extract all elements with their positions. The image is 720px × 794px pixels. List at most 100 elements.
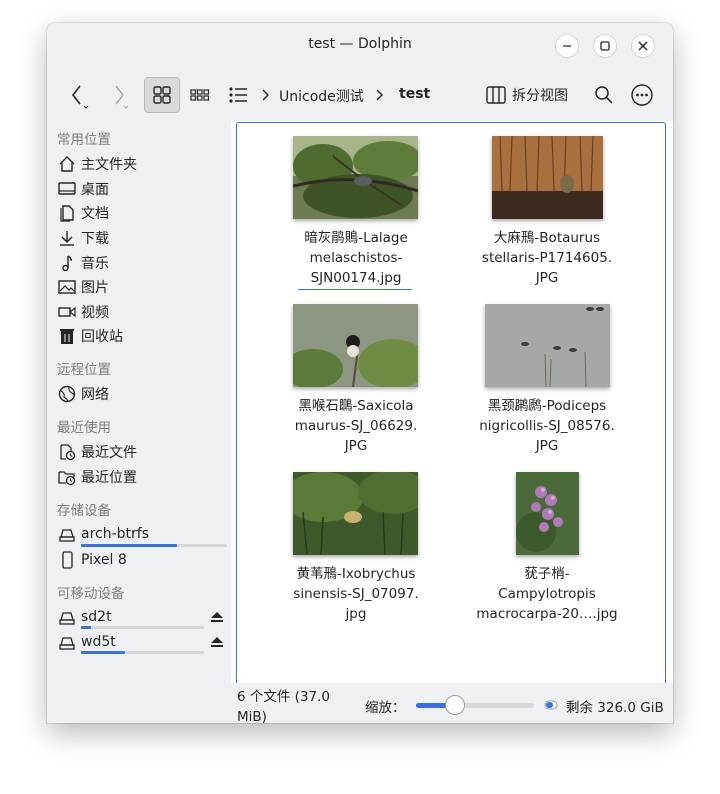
sidebar-item-pictures[interactable]: 图片 bbox=[57, 276, 109, 298]
search-button[interactable] bbox=[589, 77, 619, 113]
sidebar-item-label: 最近位置 bbox=[81, 470, 137, 486]
sidebar-item-label: Pixel 8 bbox=[81, 552, 127, 568]
file-name[interactable]: 莸子梢- Campylotropis macrocarpa-20….jpg bbox=[462, 564, 632, 624]
sidebar-item-recent-locations[interactable]: 最近位置 bbox=[57, 466, 137, 488]
photo-thumbnail-grebes-water bbox=[485, 304, 610, 387]
compact-view-button[interactable] bbox=[184, 77, 216, 113]
chevron-left-icon bbox=[71, 85, 89, 109]
file-thumbnail[interactable] bbox=[293, 472, 418, 555]
capacity-bar bbox=[81, 651, 204, 654]
split-view-button[interactable]: 拆分视图 bbox=[485, 77, 581, 113]
photo-thumbnail-purple-flowers bbox=[516, 472, 579, 555]
photo-thumbnail-bittern bbox=[293, 472, 418, 555]
file-thumbnail[interactable] bbox=[492, 136, 603, 219]
sidebar-item-downloads[interactable]: 下载 bbox=[57, 227, 109, 249]
sidebar-item-home[interactable]: 主文件夹 bbox=[57, 153, 137, 175]
sidebar-item-label: 图片 bbox=[81, 280, 109, 296]
dolphin-window: test — Dolphin Unicode测试 test 拆分视图 常用位置 … bbox=[47, 23, 673, 723]
capacity-fill bbox=[81, 651, 126, 654]
sidebar-item-trash[interactable]: 回收站 bbox=[57, 325, 123, 347]
window-title: test — Dolphin bbox=[308, 36, 412, 52]
free-space-label: 剩余 326.0 GiB bbox=[566, 700, 664, 716]
places-sidebar: 常用位置 主文件夹 桌面 文档 下载 音乐 图片 视频 回收站 远程位置 网络 … bbox=[47, 121, 231, 683]
music-icon bbox=[57, 253, 77, 273]
grid-small-icon bbox=[190, 89, 210, 101]
breadcrumb-current[interactable]: test bbox=[399, 86, 430, 102]
close-icon bbox=[638, 41, 648, 51]
breadcrumb-separator-icon bbox=[376, 89, 383, 101]
minimize-button[interactable] bbox=[555, 34, 579, 58]
sidebar-item-network[interactable]: 网络 bbox=[57, 383, 109, 405]
sidebar-item-documents[interactable]: 文档 bbox=[57, 202, 109, 224]
section-header-places: 常用位置 bbox=[57, 132, 111, 148]
eject-icon[interactable] bbox=[211, 612, 223, 622]
menu-button[interactable] bbox=[627, 77, 657, 113]
file-name[interactable]: 黑颈䴙䴘-Podiceps nigricollis-SJ_08576. JPG bbox=[462, 396, 632, 456]
grid-large-icon bbox=[153, 86, 171, 104]
home-icon bbox=[57, 154, 77, 174]
capacity-fill bbox=[81, 626, 91, 629]
status-bar: 6 个文件 (37.0 MiB) 缩放： 剩余 326.0 GiB bbox=[47, 683, 673, 723]
sidebar-item-label: sd2t bbox=[81, 609, 112, 625]
file-thumbnail[interactable] bbox=[485, 304, 610, 387]
sidebar-item-arch-btrfs[interactable]: arch-btrfs bbox=[57, 523, 149, 545]
file-view[interactable]: 暗灰鹃鵙-Lalage melaschistos- SJN00174.jpg 大… bbox=[236, 122, 666, 686]
sidebar-item-label: 最近文件 bbox=[81, 445, 137, 461]
sidebar-item-label: arch-btrfs bbox=[81, 526, 150, 542]
back-button[interactable] bbox=[63, 77, 95, 113]
file-name[interactable]: 黄苇鳽-Ixobrychus sinensis-SJ_07097. jpg bbox=[271, 564, 441, 624]
sidebar-item-label: 主文件夹 bbox=[81, 157, 137, 173]
close-button[interactable] bbox=[631, 34, 655, 58]
selection-underline bbox=[298, 289, 412, 290]
network-icon bbox=[57, 384, 77, 404]
search-icon bbox=[595, 86, 613, 104]
zoom-slider-handle[interactable] bbox=[444, 695, 465, 715]
zoom-label: 缩放： bbox=[365, 700, 406, 716]
sidebar-item-label: wd5t bbox=[81, 634, 116, 650]
breadcrumb-separator-icon bbox=[262, 89, 269, 101]
sidebar-item-sd2t[interactable]: sd2t bbox=[57, 606, 112, 628]
sidebar-item-music[interactable]: 音乐 bbox=[57, 252, 109, 274]
icons-view-button[interactable] bbox=[144, 77, 180, 113]
recent-locations-icon bbox=[57, 467, 77, 487]
drive-icon bbox=[57, 524, 77, 544]
sidebar-item-label: 下载 bbox=[81, 231, 109, 247]
title-bar[interactable]: test — Dolphin bbox=[47, 23, 673, 69]
section-header-removable: 可移动设备 bbox=[57, 586, 125, 602]
photo-thumbnail-reeds-heron bbox=[492, 136, 603, 219]
sidebar-item-wd5t[interactable]: wd5t bbox=[57, 631, 116, 653]
file-thumbnail[interactable] bbox=[516, 472, 579, 555]
file-thumbnail[interactable] bbox=[293, 304, 418, 387]
sidebar-item-label: 音乐 bbox=[81, 256, 109, 272]
section-header-remote: 远程位置 bbox=[57, 362, 111, 378]
sidebar-item-recent-files[interactable]: 最近文件 bbox=[57, 441, 137, 463]
recent-files-icon bbox=[57, 442, 77, 462]
forward-button[interactable] bbox=[103, 77, 135, 113]
file-name[interactable]: 暗灰鹃鵙-Lalage melaschistos- SJN00174.jpg bbox=[271, 228, 441, 288]
split-view-icon bbox=[486, 86, 506, 104]
eject-icon[interactable] bbox=[211, 637, 223, 647]
file-count-summary: 6 个文件 (37.0 MiB) bbox=[237, 689, 330, 723]
capacity-fill bbox=[81, 544, 178, 547]
details-view-button[interactable] bbox=[222, 77, 254, 113]
sidebar-item-label: 视频 bbox=[81, 305, 109, 321]
maximize-button[interactable] bbox=[593, 34, 617, 58]
split-view-label: 拆分视图 bbox=[512, 88, 568, 104]
sidebar-item-label: 网络 bbox=[81, 387, 109, 403]
pictures-icon bbox=[57, 277, 77, 297]
desktop-icon bbox=[57, 179, 77, 199]
file-thumbnail[interactable] bbox=[293, 136, 418, 219]
breadcrumb-unicode[interactable]: Unicode测试 bbox=[279, 86, 364, 106]
sidebar-item-pixel-8[interactable]: Pixel 8 bbox=[57, 549, 127, 571]
file-name[interactable]: 大麻鳽-Botaurus stellaris-P1714605. JPG bbox=[462, 228, 632, 288]
maximize-icon bbox=[600, 41, 610, 51]
more-icon bbox=[631, 84, 653, 106]
drive-icon bbox=[57, 632, 77, 652]
sidebar-item-videos[interactable]: 视频 bbox=[57, 301, 109, 323]
documents-icon bbox=[57, 203, 77, 223]
sidebar-item-label: 文档 bbox=[81, 206, 109, 222]
sidebar-item-desktop[interactable]: 桌面 bbox=[57, 178, 109, 200]
photo-thumbnail-stonechat bbox=[293, 304, 418, 387]
zoom-slider[interactable] bbox=[416, 695, 534, 715]
file-name[interactable]: 黑喉石䳭-Saxicola maurus-SJ_06629. JPG bbox=[271, 396, 441, 456]
